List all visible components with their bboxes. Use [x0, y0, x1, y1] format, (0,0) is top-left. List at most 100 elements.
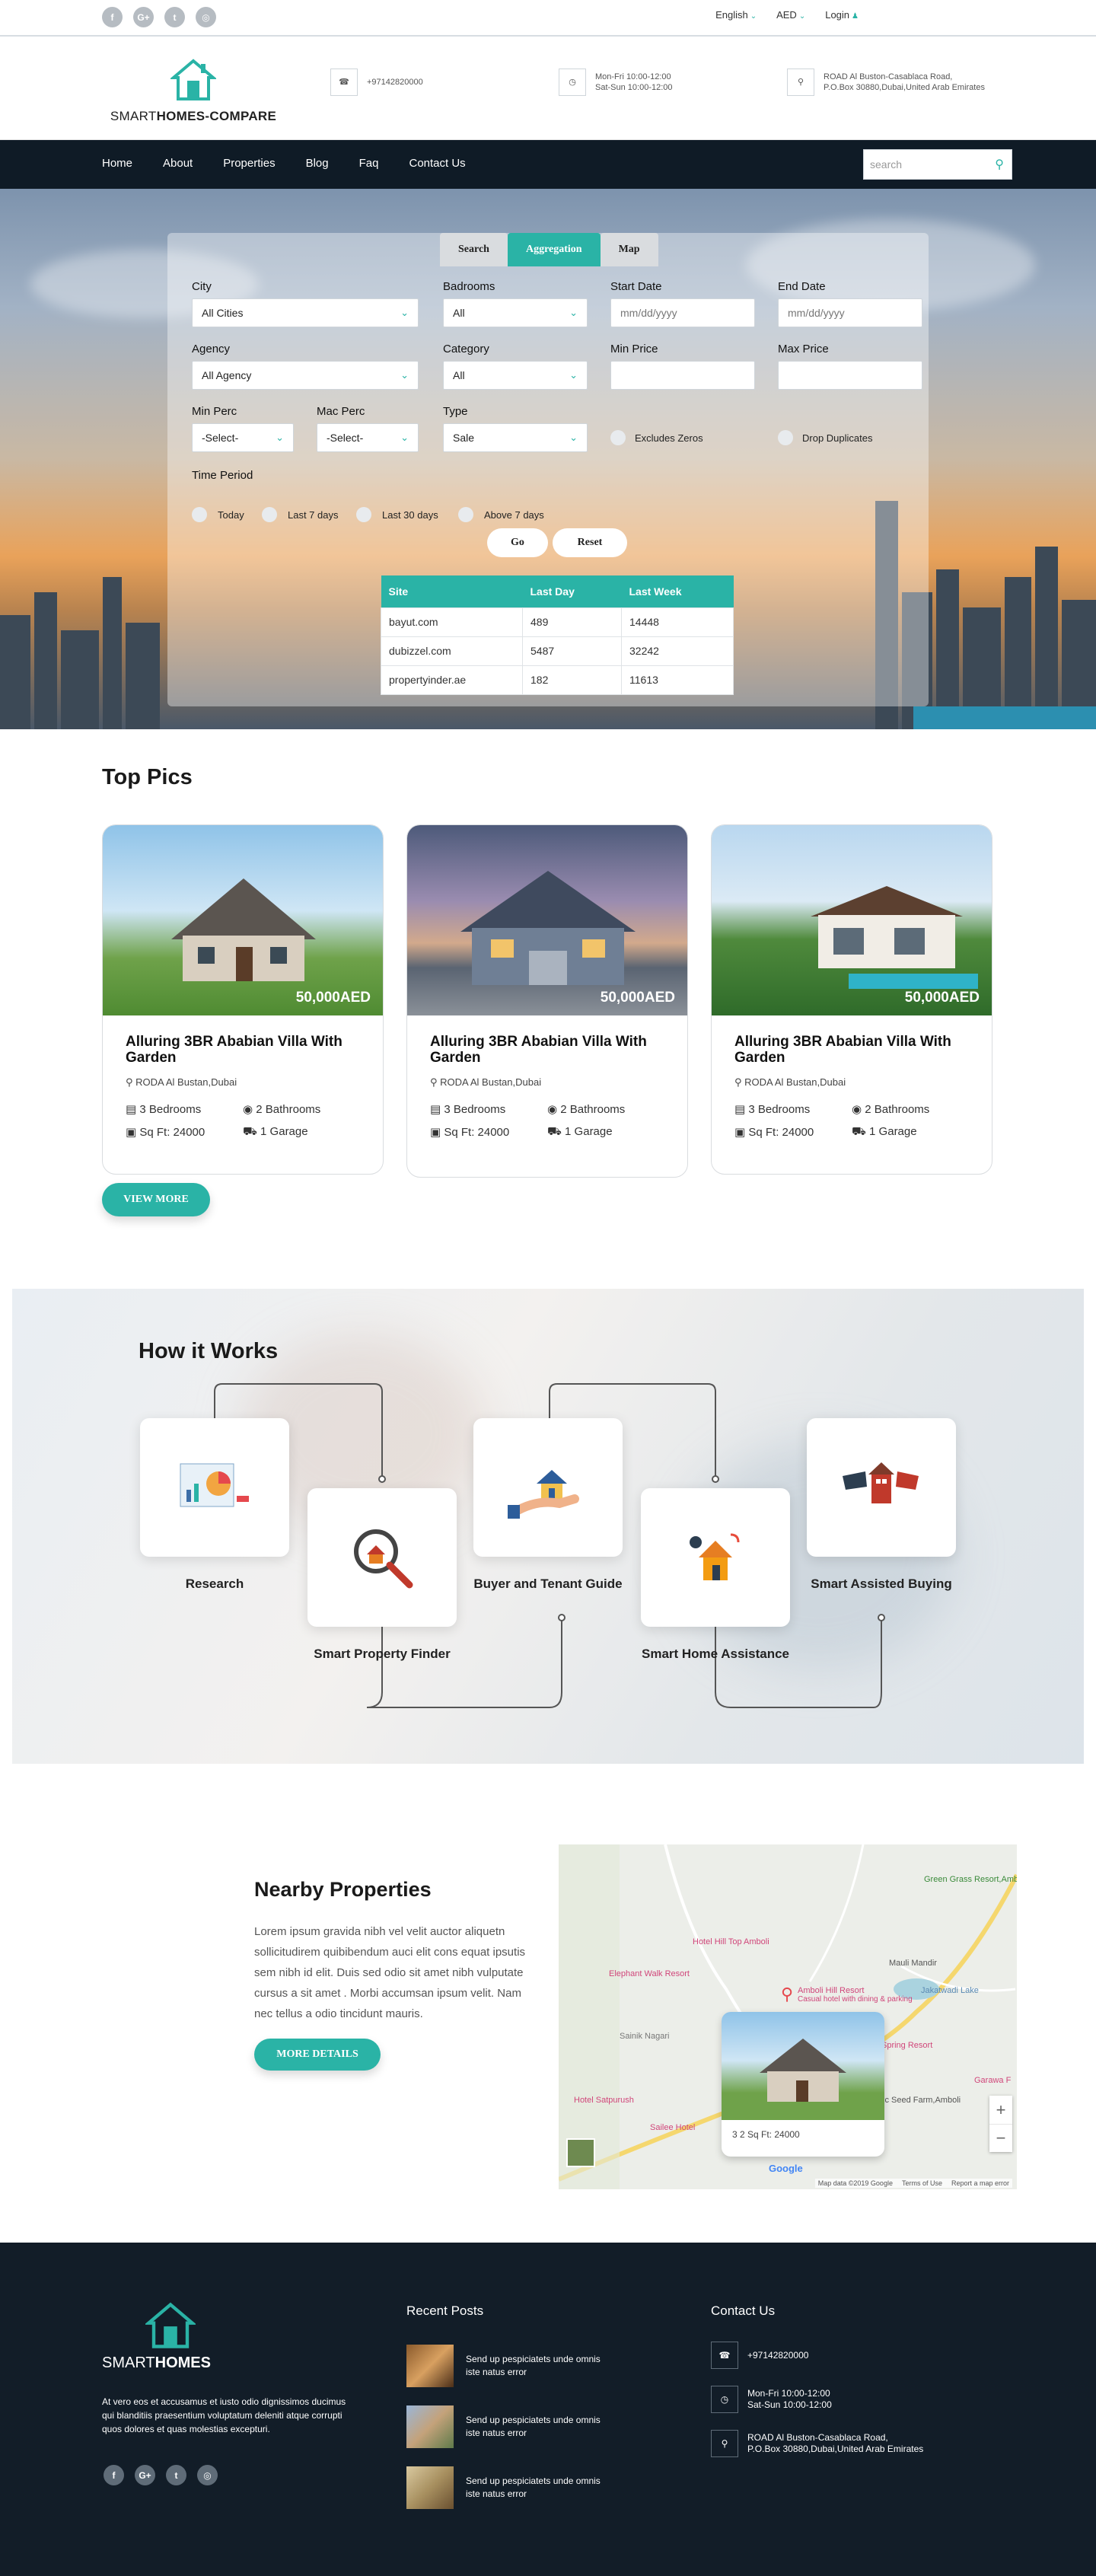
header-phone: ☎ +97142820000	[330, 69, 423, 96]
property-card[interactable]: 50,000AED Alluring 3BR Ababian Villa Wit…	[711, 824, 992, 1175]
end-date-label: End Date	[778, 280, 826, 293]
map-property-popup[interactable]: 3 2 Sq Ft: 24000	[722, 2012, 884, 2157]
min-perc-label: Min Perc	[192, 405, 237, 418]
map-zoom-controls: + −	[989, 2096, 1012, 2152]
area-icon: ▣	[734, 1126, 749, 1139]
nav-properties[interactable]: Properties	[223, 157, 275, 170]
recent-post[interactable]: Send up pespiciatets unde omnis iste nat…	[406, 2345, 603, 2387]
google-plus-icon[interactable]: G+	[135, 2465, 155, 2485]
nav-faq[interactable]: Faq	[359, 157, 379, 170]
agency-select[interactable]: All Agency ⌄	[192, 361, 419, 390]
phone-icon: ☎	[330, 69, 358, 96]
nav-blog[interactable]: Blog	[306, 157, 329, 170]
top-pics-title: Top Pics	[102, 765, 193, 789]
garage-icon: ⛟	[243, 1125, 261, 1138]
period-above7-radio[interactable]: Above 7 days	[458, 507, 544, 522]
hand-house-icon	[508, 1470, 579, 1519]
facebook-icon[interactable]: f	[104, 2465, 124, 2485]
top-bar: f G+ t ◎ English ⌄ AED ⌄ Login ♟	[0, 0, 1096, 37]
twitter-icon[interactable]: t	[164, 7, 185, 27]
twitter-icon[interactable]: t	[166, 2465, 186, 2485]
view-more-button[interactable]: VIEW MORE	[102, 1183, 210, 1216]
zoom-in-button[interactable]: +	[989, 2096, 1012, 2124]
reset-button[interactable]: Reset	[553, 528, 627, 557]
map-pin-icon: ⚲	[126, 1076, 136, 1088]
go-button[interactable]: Go	[487, 528, 548, 557]
recent-post[interactable]: Send up pespiciatets unde omnis iste nat…	[406, 2405, 603, 2448]
property-image: 50,000AED	[407, 825, 687, 1015]
language-dropdown[interactable]: English ⌄	[715, 9, 757, 21]
max-price-input[interactable]	[778, 361, 922, 390]
main-nav: Home About Properties Blog Faq Contact U…	[0, 140, 1096, 189]
category-select[interactable]: All ⌄	[443, 361, 588, 390]
tab-map[interactable]: Map	[600, 233, 658, 266]
property-card[interactable]: 50,000AED Alluring 3BR Ababian Villa Wit…	[102, 824, 384, 1175]
area-icon: ▣	[126, 1126, 140, 1139]
google-plus-icon[interactable]: G+	[133, 7, 154, 27]
how-it-works-title: How it Works	[139, 1339, 279, 1363]
min-price-input[interactable]	[610, 361, 755, 390]
city-select[interactable]: All Cities ⌄	[192, 298, 419, 327]
nearby-description: Lorem ipsum gravida nibh vel velit aucto…	[254, 1925, 526, 2020]
zoom-out-button[interactable]: −	[989, 2124, 1012, 2152]
nav-home[interactable]: Home	[102, 157, 132, 170]
site-logo[interactable]: SMARTHOMES-COMPARE	[102, 58, 285, 124]
map-pin-icon: ⚲	[430, 1076, 441, 1088]
period-7days-radio[interactable]: Last 7 days	[262, 507, 339, 522]
property-card[interactable]: 50,000AED Alluring 3BR Ababian Villa Wit…	[406, 824, 688, 1178]
start-date-input[interactable]: mm/dd/yyyy	[610, 298, 755, 327]
agency-label: Agency	[192, 343, 231, 355]
chevron-down-icon: ⌄	[750, 12, 757, 21]
smart-assisted-buying-step	[807, 1418, 956, 1557]
satellite-toggle[interactable]	[566, 2138, 595, 2167]
instagram-icon[interactable]: ◎	[197, 2465, 218, 2485]
recent-posts-title: Recent Posts	[406, 2303, 484, 2318]
footer-logo[interactable]: SMARTHOMES	[102, 2300, 239, 2372]
footer-phone: ☎ +97142820000	[711, 2342, 808, 2369]
mac-perc-label: Mac Perc	[317, 405, 365, 418]
search-icon[interactable]: ⚲	[995, 157, 1012, 172]
chevron-down-icon: ⌄	[798, 12, 806, 21]
map-footer: Map data ©2019 Google Terms of Use Repor…	[814, 2179, 1012, 2188]
nearby-properties: Nearby Properties Lorem ipsum gravida ni…	[254, 1878, 536, 2024]
bedrooms-select[interactable]: All ⌄	[443, 298, 588, 327]
end-date-input[interactable]: mm/dd/yyyy	[778, 298, 922, 327]
nav-contact[interactable]: Contact Us	[409, 157, 465, 170]
login-link[interactable]: Login ♟	[825, 9, 859, 21]
table-row: bayut.com 489 14448	[381, 607, 734, 637]
bath-icon: ◉	[852, 1103, 865, 1116]
period-30days-radio[interactable]: Last 30 days	[356, 507, 438, 522]
drop-duplicates-checkbox[interactable]: Drop Duplicates	[778, 430, 873, 445]
search-input[interactable]: search ⚲	[863, 149, 1012, 180]
excludes-zeros-checkbox[interactable]: Excludes Zeros	[610, 430, 703, 445]
nav-about[interactable]: About	[163, 157, 193, 170]
type-label: Type	[443, 405, 468, 418]
more-details-button[interactable]: MORE DETAILS	[254, 2039, 381, 2071]
period-today-radio[interactable]: Today	[192, 507, 244, 522]
contact-title: Contact Us	[711, 2303, 776, 2318]
map-widget[interactable]: Green Grass Resort,Amboli Hotel Hill Top…	[559, 1844, 1017, 2189]
tab-search[interactable]: Search	[440, 233, 508, 266]
facebook-icon[interactable]: f	[102, 7, 123, 27]
tab-aggregation[interactable]: Aggregation	[507, 233, 601, 266]
garage-icon: ⛟	[852, 1125, 870, 1138]
search-panel: Search Aggregation Map City Badrooms Sta…	[167, 233, 929, 706]
map-pin-icon: ⚲	[787, 69, 814, 96]
footer-hours: ◷ Mon-Fri 10:00-12:00 Sat-Sun 10:00-12:00	[711, 2386, 832, 2413]
instagram-icon[interactable]: ◎	[196, 7, 216, 27]
clock-icon: ◷	[711, 2386, 738, 2413]
min-perc-select[interactable]: -Select- ⌄	[192, 423, 294, 452]
footer-address: ⚲ ROAD Al Buston-Casablaca Road, P.O.Box …	[711, 2430, 923, 2457]
category-label: Category	[443, 343, 489, 355]
header-address: ⚲ ROAD Al Buston-Casablaca Road, P.O.Box …	[787, 69, 985, 96]
property-image	[722, 2012, 884, 2120]
recent-post[interactable]: Send up pespiciatets unde omnis iste nat…	[406, 2466, 603, 2509]
type-select[interactable]: Sale ⌄	[443, 423, 588, 452]
footer-social-links: f G+ t ◎	[104, 2465, 218, 2485]
bath-icon: ◉	[547, 1103, 561, 1116]
mac-perc-select[interactable]: -Select- ⌄	[317, 423, 419, 452]
search-tabs: Search Aggregation Map	[440, 233, 658, 266]
currency-dropdown[interactable]: AED ⌄	[776, 9, 805, 21]
map-marker-icon[interactable]: ⚲	[781, 1985, 793, 2004]
time-period-label: Time Period	[192, 469, 253, 482]
